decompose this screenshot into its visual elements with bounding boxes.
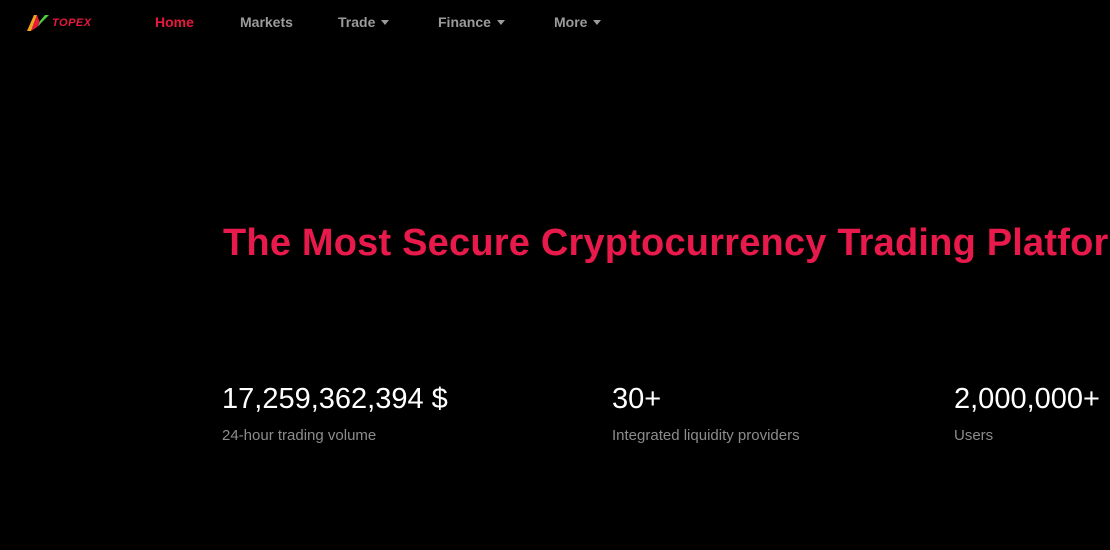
nav-markets[interactable]: Markets <box>240 14 293 30</box>
nav-trade[interactable]: Trade <box>338 14 390 30</box>
nav-markets-label: Markets <box>240 14 293 30</box>
nav-finance[interactable]: Finance <box>438 14 505 30</box>
stat-value: 17,259,362,394 $ <box>222 383 448 415</box>
stat-liquidity-providers: 30+ Integrated liquidity providers <box>612 380 800 444</box>
stat-label: Users <box>954 427 994 444</box>
stat-label: Integrated liquidity providers <box>612 427 800 444</box>
chevron-down-icon <box>381 19 390 25</box>
chevron-down-icon <box>496 19 505 25</box>
nav-home-label: Home <box>155 14 194 30</box>
stat-value: 2,000,000+ <box>954 383 1100 415</box>
page: TOPEX Home Markets Trade Finance More Th… <box>0 0 1110 550</box>
nav-more[interactable]: More <box>554 14 602 30</box>
stat-users: 2,000,000+ Users <box>954 380 1100 444</box>
nav-finance-label: Finance <box>438 14 491 30</box>
nav-trade-label: Trade <box>338 14 376 30</box>
brand-logo[interactable]: TOPEX <box>27 14 92 32</box>
stat-trading-volume: 17,259,362,394 $ 24-hour trading volume <box>222 380 448 444</box>
top-navbar: TOPEX Home Markets Trade Finance More <box>0 0 1110 46</box>
topex-logo-icon <box>27 15 49 31</box>
hero-title: The Most Secure Cryptocurrency Trading P… <box>223 222 1110 264</box>
chevron-down-icon <box>593 19 602 25</box>
nav-more-label: More <box>554 14 588 30</box>
nav-home[interactable]: Home <box>155 14 194 30</box>
stat-label: 24-hour trading volume <box>222 427 377 444</box>
stat-value: 30+ <box>612 383 662 415</box>
brand-logo-text: TOPEX <box>52 17 92 29</box>
